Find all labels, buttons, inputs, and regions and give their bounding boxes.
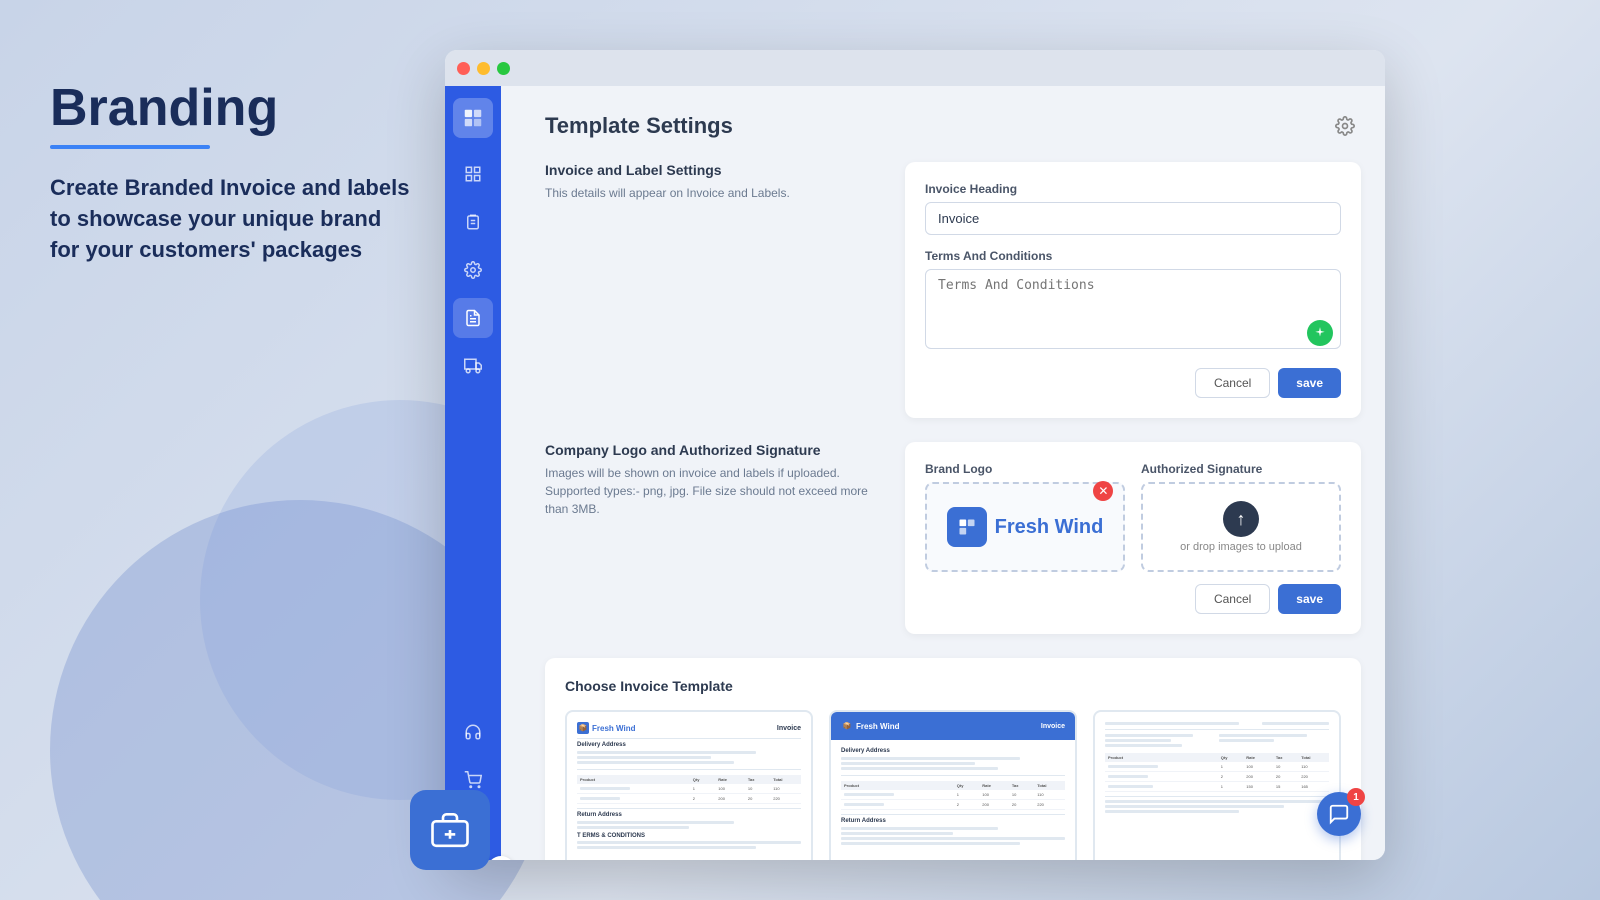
title-underline <box>50 145 210 149</box>
template-mock-3: ProductQtyRateTaxTotal 110010110 2200202… <box>1095 712 1339 860</box>
logo-icon <box>947 507 987 547</box>
main-window: › Template Settings Invoice and Label Se… <box>445 50 1385 860</box>
ai-generate-btn[interactable] <box>1307 320 1333 346</box>
brand-logo-section: Company Logo and Authorized Signature Im… <box>545 442 1361 634</box>
signature-col: Authorized Signature ↑ or drop images to… <box>1141 462 1341 572</box>
invoice-settings-card: Invoice Heading Terms And Conditions <box>905 162 1361 418</box>
template-mock-2: 📦 Fresh Wind Invoice Delivery Address <box>831 712 1075 860</box>
page-title: Branding <box>50 80 410 137</box>
sidebar-item-grid[interactable] <box>453 154 493 194</box>
sidebar-item-headset[interactable] <box>453 712 493 752</box>
sidebar-item-truck[interactable] <box>453 346 493 386</box>
invoice-cancel-button[interactable]: Cancel <box>1195 368 1270 398</box>
window-title: Template Settings <box>545 113 733 139</box>
brand-logo-col-label: Brand Logo <box>925 462 1125 476</box>
invoice-settings-actions: Cancel save <box>925 368 1341 398</box>
template-card-2[interactable]: 📦 Fresh Wind Invoice Delivery Address <box>829 710 1077 860</box>
brand-logo-desc: Images will be shown on invoice and labe… <box>545 464 885 518</box>
invoice-heading-group: Invoice Heading <box>925 182 1341 235</box>
left-panel: Branding Create Branded Invoice and labe… <box>50 80 410 266</box>
title-bar <box>445 50 1385 86</box>
terms-textarea[interactable] <box>925 269 1341 349</box>
invoice-settings-title: Invoice and Label Settings <box>545 162 885 178</box>
invoice-heading-input[interactable] <box>925 202 1341 235</box>
page-header: Template Settings <box>545 110 1361 142</box>
sidebar-logo[interactable] <box>453 98 493 138</box>
upload-drop-text: or drop images to upload <box>1180 541 1302 553</box>
chat-badge: 1 <box>1347 788 1365 806</box>
invoice-settings-info: Invoice and Label Settings This details … <box>545 162 885 418</box>
terms-group: Terms And Conditions <box>925 249 1341 354</box>
logo-upload-section: Brand Logo ✕ <box>925 462 1341 572</box>
brand-logo-actions: Cancel save <box>925 584 1341 614</box>
upload-arrow-icon: ↑ <box>1223 501 1259 537</box>
bottom-box-icon <box>410 790 490 870</box>
template-chooser-section: Choose Invoice Template 📦 Fresh Wind Inv… <box>545 658 1361 860</box>
brand-logo-card: Brand Logo ✕ <box>905 442 1361 634</box>
invoice-heading-label: Invoice Heading <box>925 182 1341 196</box>
main-content: Template Settings Invoice and Label Sett… <box>521 86 1385 860</box>
signature-upload-area[interactable]: ↑ or drop images to upload <box>1141 482 1341 572</box>
brand-save-button[interactable]: save <box>1278 584 1341 614</box>
logo-preview: ✕ Fresh Wind <box>947 507 1104 547</box>
template-card-1[interactable]: 📦 Fresh Wind Invoice Delivery Address <box>565 710 813 860</box>
settings-icon[interactable] <box>1329 110 1361 142</box>
brand-logo-upload-area[interactable]: ✕ Fresh Wind <box>925 482 1125 572</box>
brand-logo-info: Company Logo and Authorized Signature Im… <box>545 442 885 634</box>
template-chooser-title: Choose Invoice Template <box>565 678 1341 694</box>
brand-logo-title: Company Logo and Authorized Signature <box>545 442 885 458</box>
brand-logo-col: Brand Logo ✕ <box>925 462 1125 572</box>
invoice-settings-desc: This details will appear on Invoice and … <box>545 184 885 202</box>
page-subtitle: Create Branded Invoice and labels to sho… <box>50 173 410 265</box>
template-card-3[interactable]: ProductQtyRateTaxTotal 110010110 2200202… <box>1093 710 1341 860</box>
signature-col-label: Authorized Signature <box>1141 462 1341 476</box>
sidebar <box>445 86 501 860</box>
window-body: › Template Settings Invoice and Label Se… <box>445 86 1385 860</box>
terms-textarea-wrap <box>925 269 1341 354</box>
sidebar-item-clipboard[interactable] <box>453 202 493 242</box>
sidebar-item-settings[interactable] <box>453 250 493 290</box>
maximize-dot[interactable] <box>497 62 510 75</box>
terms-label: Terms And Conditions <box>925 249 1341 263</box>
template-mock-1: 📦 Fresh Wind Invoice Delivery Address <box>567 712 811 860</box>
logo-name: Fresh Wind <box>995 516 1104 539</box>
chat-button[interactable]: 1 <box>1317 792 1361 836</box>
invoice-settings-section: Invoice and Label Settings This details … <box>545 162 1361 418</box>
template-grid: 📦 Fresh Wind Invoice Delivery Address <box>565 710 1341 860</box>
sidebar-item-document[interactable] <box>453 298 493 338</box>
brand-cancel-button[interactable]: Cancel <box>1195 584 1270 614</box>
remove-logo-button[interactable]: ✕ <box>1093 481 1113 501</box>
minimize-dot[interactable] <box>477 62 490 75</box>
invoice-save-button[interactable]: save <box>1278 368 1341 398</box>
close-dot[interactable] <box>457 62 470 75</box>
